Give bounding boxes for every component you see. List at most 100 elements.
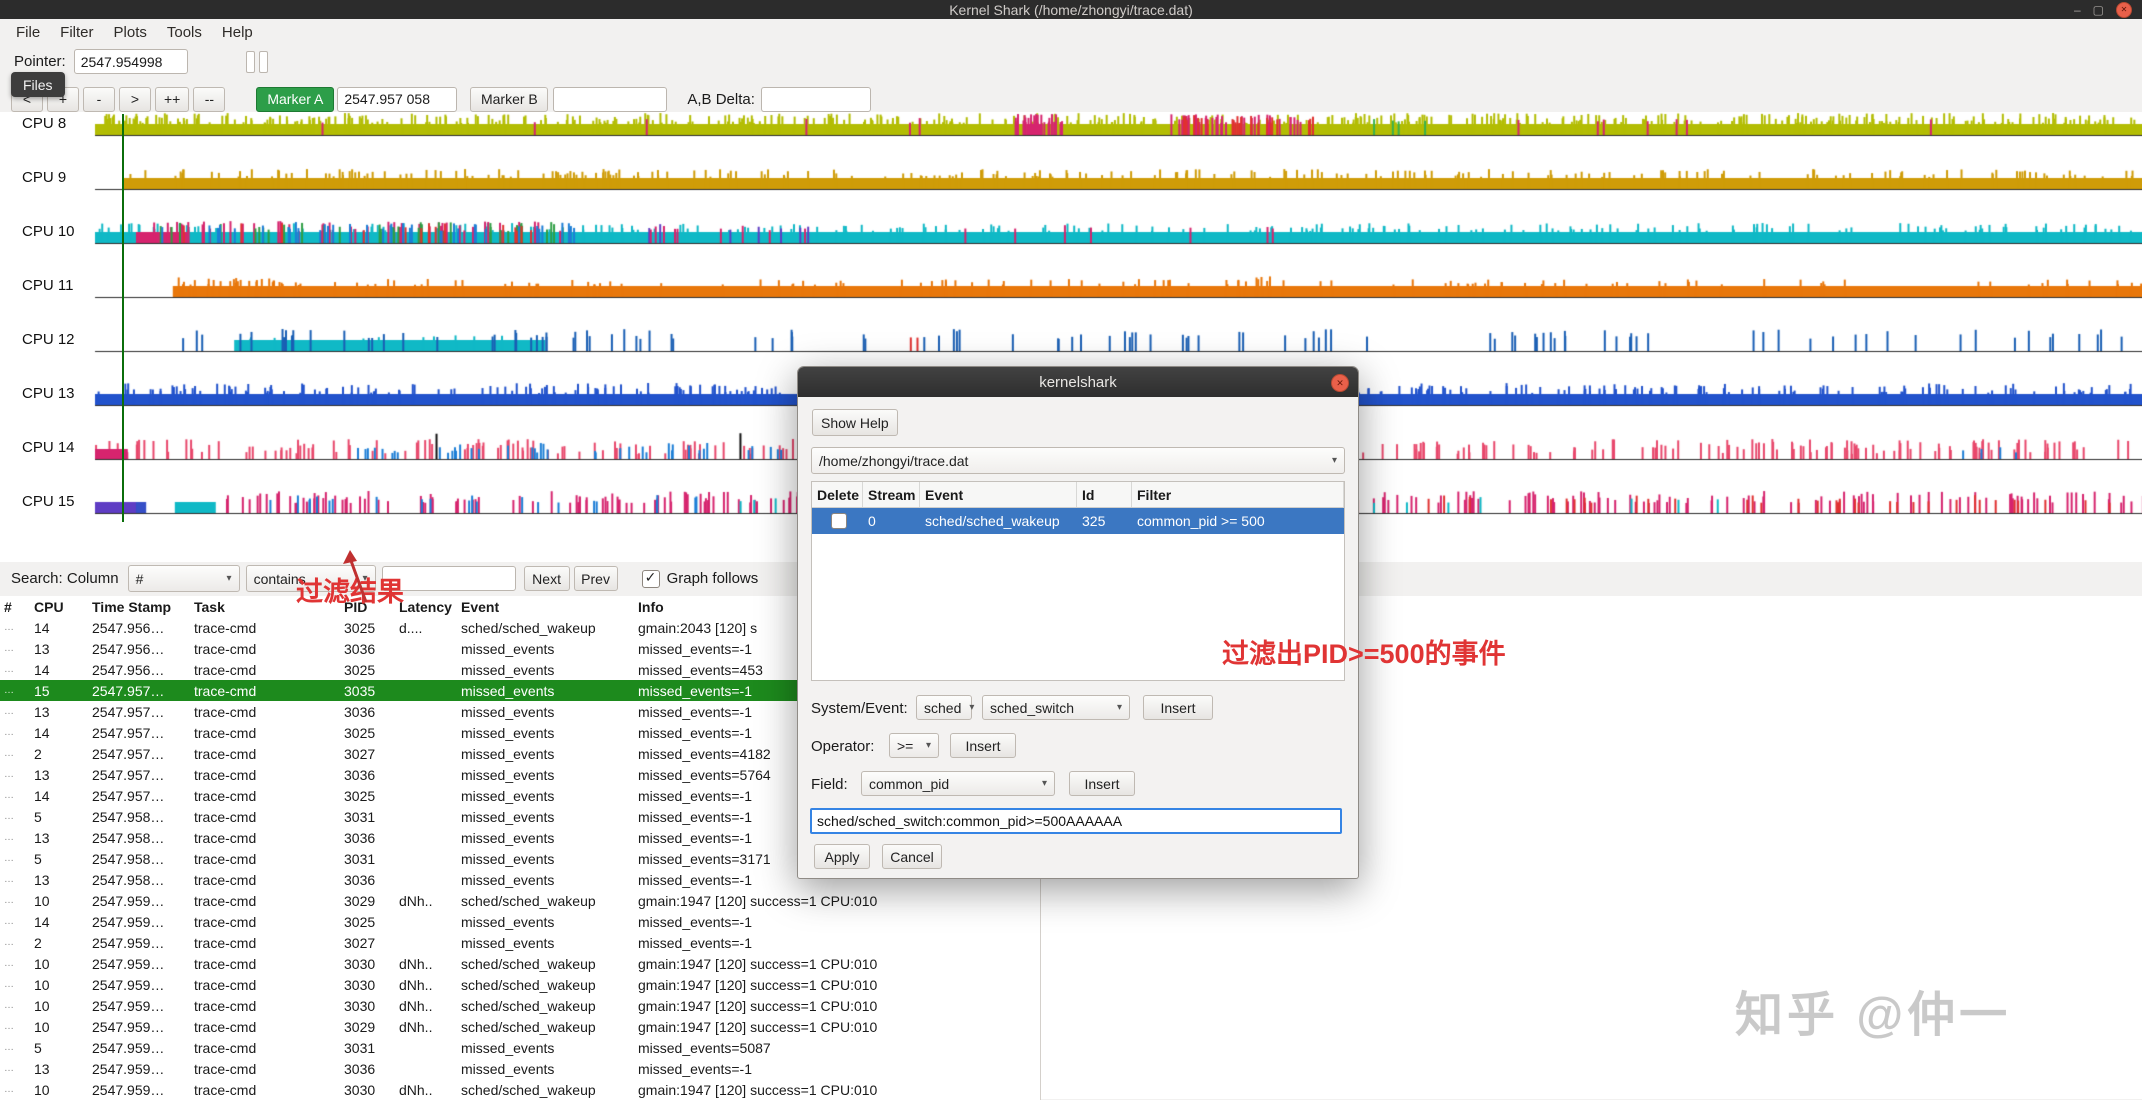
column-header-#[interactable]: # [0, 599, 30, 615]
cell-time-stamp: 2547.959… [88, 977, 190, 993]
filter-table-row[interactable]: 0sched/sched_wakeup325common_pid >= 500 [812, 508, 1344, 534]
nav-button-3[interactable]: > [119, 87, 151, 112]
table-row[interactable]: …132547.959…trace-cmd3036missed_eventsmi… [0, 1058, 1040, 1079]
annotation-filter-rule: 过滤出PID>=500的事件 [1222, 632, 1506, 671]
table-row[interactable]: …102547.959…trace-cmd3030dNh..sched/sche… [0, 974, 1040, 995]
cell-time-stamp: 2547.959… [88, 914, 190, 930]
menu-item-help[interactable]: Help [212, 22, 263, 43]
cell-pid: 3030 [340, 977, 395, 993]
dialog-close-icon[interactable]: ✕ [1331, 374, 1349, 392]
watermark: 知乎 @仲一 [1735, 975, 2011, 1045]
operator-select[interactable]: >= ▾ [889, 733, 939, 758]
search-next-button[interactable]: Next [524, 566, 570, 591]
cell-pid: 3036 [340, 641, 395, 657]
cpu-label-cpu-11: CPU 11 [22, 277, 73, 294]
table-row[interactable]: …102547.959…trace-cmd3030dNh..sched/sche… [0, 995, 1040, 1016]
filter-row-checkbox[interactable] [831, 513, 847, 529]
field-select[interactable]: common_pid ▾ [861, 771, 1055, 796]
filter-table-header: DeleteStreamEventIdFilter [812, 482, 1344, 508]
search-prev-button[interactable]: Prev [574, 566, 618, 591]
row-marker-icon: … [0, 706, 30, 717]
cell-event: sched/sched_wakeup [457, 893, 634, 909]
table-row[interactable]: …52547.959…trace-cmd3031missed_eventsmis… [0, 1037, 1040, 1058]
pointer-row: Pointer: 2547.954998 [14, 49, 268, 74]
marker-indicator-b [259, 51, 268, 73]
nav-button-2[interactable]: - [83, 87, 115, 112]
search-label: Search: Column [11, 570, 119, 587]
cell-event: missed_events [457, 872, 634, 888]
marker-a-button[interactable]: Marker A [256, 87, 334, 112]
cell-time-stamp: 2547.959… [88, 998, 190, 1014]
close-icon[interactable]: ✕ [2116, 2, 2132, 18]
cell-pid: 3035 [340, 683, 395, 699]
table-row[interactable]: …102547.959…trace-cmd3030dNh..sched/sche… [0, 953, 1040, 974]
marker-a-value-field[interactable]: 2547.957 058 [337, 87, 457, 112]
system-event-insert-button[interactable]: Insert [1143, 695, 1213, 720]
table-row[interactable]: …22547.959…trace-cmd3027missed_eventsmis… [0, 932, 1040, 953]
maximize-icon[interactable]: ▢ [2093, 4, 2104, 16]
cell-pid: 3027 [340, 935, 395, 951]
menu-item-filter[interactable]: Filter [50, 22, 103, 43]
pointer-label: Pointer: [14, 53, 66, 70]
column-header-time-stamp[interactable]: Time Stamp [88, 599, 190, 615]
table-row[interactable]: …102547.959…trace-cmd3029dNh..sched/sche… [0, 1016, 1040, 1037]
menu-item-tools[interactable]: Tools [157, 22, 212, 43]
cell-pid: 3030 [340, 998, 395, 1014]
cell-event: sched/sched_wakeup [457, 620, 634, 636]
show-help-button[interactable]: Show Help [812, 409, 898, 436]
graph-follows-checkbox[interactable] [642, 570, 660, 588]
marker-b-button[interactable]: Marker B [470, 87, 548, 112]
cell-time-stamp: 2547.957… [88, 746, 190, 762]
ab-delta-label: A,B Delta: [687, 91, 755, 108]
operator-insert-button[interactable]: Insert [950, 733, 1016, 758]
cell-task: trace-cmd [190, 872, 340, 888]
table-row[interactable]: …142547.959…trace-cmd3025missed_eventsmi… [0, 911, 1040, 932]
pointer-value-field[interactable]: 2547.954998 [74, 49, 188, 74]
cell-pid: 3030 [340, 1082, 395, 1098]
trace-file-select[interactable]: /home/zhongyi/trace.dat ▾ [811, 447, 1345, 474]
event-select[interactable]: sched_switch ▾ [982, 695, 1130, 720]
cell-event: missed_events [457, 662, 634, 678]
ab-delta-field[interactable] [761, 87, 871, 112]
row-marker-icon: … [0, 685, 30, 696]
table-row[interactable]: …102547.959…trace-cmd3029dNh..sched/sche… [0, 890, 1040, 911]
chevron-down-icon: ▾ [969, 702, 974, 713]
cell-cpu: 13 [30, 767, 88, 783]
search-column-select[interactable]: # ▾ [128, 565, 240, 592]
column-header-event[interactable]: Event [457, 599, 634, 615]
system-select[interactable]: sched ▾ [916, 695, 972, 720]
row-marker-icon: … [0, 832, 30, 843]
cpu-label-cpu-13: CPU 13 [22, 385, 75, 402]
cpu-label-cpu-8: CPU 8 [22, 115, 66, 132]
row-marker-icon: … [0, 916, 30, 927]
cell-task: trace-cmd [190, 851, 340, 867]
cell-task: trace-cmd [190, 956, 340, 972]
cell-cpu: 5 [30, 851, 88, 867]
field-insert-button[interactable]: Insert [1069, 771, 1135, 796]
cancel-button[interactable]: Cancel [882, 844, 942, 869]
filter-expression-input[interactable] [810, 808, 1342, 834]
column-header-cpu[interactable]: CPU [30, 599, 88, 615]
table-row[interactable]: …102547.959…trace-cmd3030dNh..sched/sche… [0, 1079, 1040, 1100]
cell-task: trace-cmd [190, 725, 340, 741]
cell-time-stamp: 2547.957… [88, 683, 190, 699]
cell-task: trace-cmd [190, 1019, 340, 1035]
apply-button[interactable]: Apply [814, 844, 870, 869]
system-value: sched [924, 700, 961, 716]
cell-pid: 3025 [340, 662, 395, 678]
marker-b-value-field[interactable] [553, 87, 667, 112]
nav-button-4[interactable]: ++ [155, 87, 189, 112]
cell-pid: 3036 [340, 704, 395, 720]
cell-pid: 3025 [340, 725, 395, 741]
row-marker-icon: … [0, 727, 30, 738]
menu-item-plots[interactable]: Plots [104, 22, 157, 43]
operator-label: Operator: [811, 738, 874, 755]
column-header-latency[interactable]: Latency [395, 599, 457, 615]
menu-bar: FileFilterPlotsToolsHelp [0, 19, 2142, 45]
nav-button-5[interactable]: -- [193, 87, 225, 112]
marker-indicator-a [246, 51, 255, 73]
minimize-icon[interactable]: – [2074, 4, 2081, 16]
row-marker-icon: … [0, 853, 30, 864]
menu-item-file[interactable]: File [6, 22, 50, 43]
cell-event: missed_events [457, 1061, 634, 1077]
